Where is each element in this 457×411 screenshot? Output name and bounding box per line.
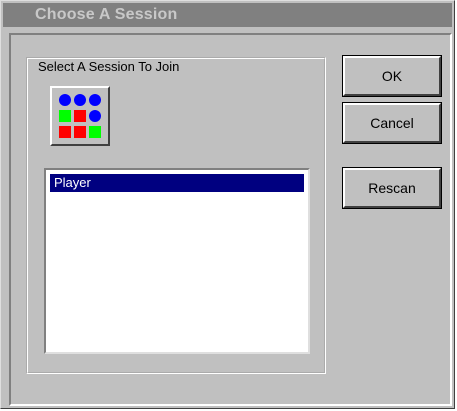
- list-item-label: Player: [54, 175, 91, 190]
- title-bar[interactable]: Choose A Session: [3, 3, 452, 27]
- ok-button[interactable]: OK: [342, 55, 442, 97]
- session-listbox[interactable]: Player: [44, 168, 310, 354]
- session-grid-icon: [59, 94, 101, 138]
- window-title: Choose A Session: [35, 6, 178, 23]
- icon-square: [89, 126, 101, 138]
- icon-square: [74, 126, 86, 138]
- icon-dot: [89, 110, 101, 122]
- icon-dot: [59, 94, 71, 106]
- cancel-button[interactable]: Cancel: [342, 102, 442, 144]
- icon-dot: [89, 94, 101, 106]
- icon-square: [74, 110, 86, 122]
- icon-dot: [74, 94, 86, 106]
- list-item-player[interactable]: Player: [50, 174, 304, 192]
- groupbox-label: Select A Session To Join: [35, 59, 183, 75]
- session-icon-button[interactable]: [50, 86, 110, 146]
- icon-square: [59, 126, 71, 138]
- rescan-button[interactable]: Rescan: [342, 167, 442, 209]
- icon-square: [59, 110, 71, 122]
